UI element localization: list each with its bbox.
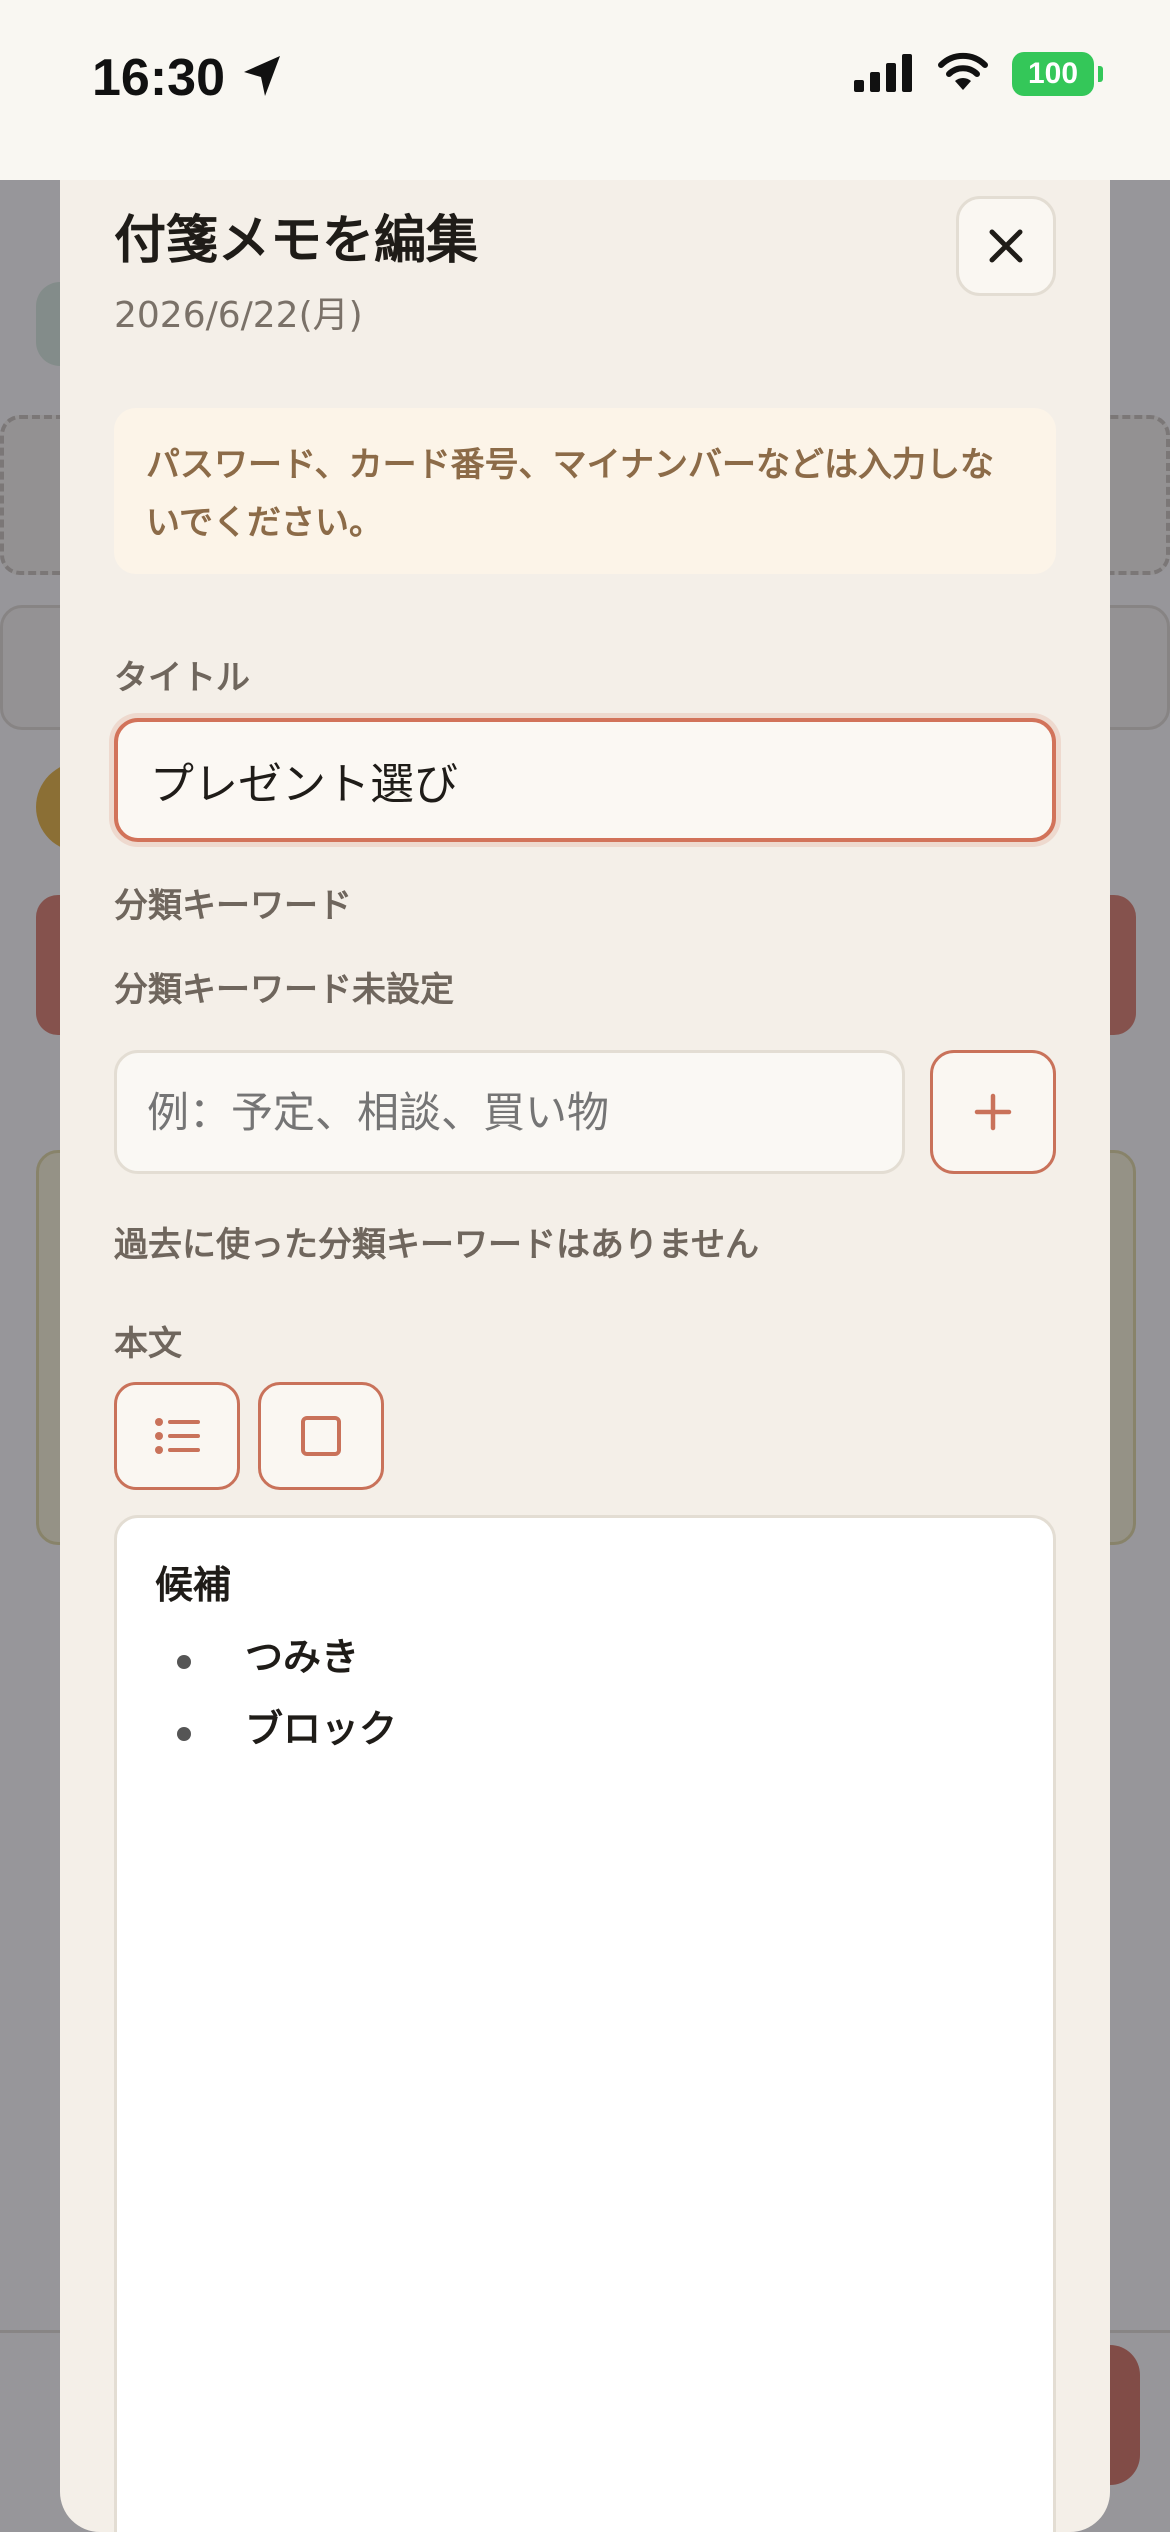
bullet-dot bbox=[177, 1655, 191, 1669]
keyword-label: 分類キーワード bbox=[114, 886, 352, 926]
list-item-text: つみき bbox=[245, 1635, 360, 1679]
checkbox-icon bbox=[301, 1416, 341, 1456]
battery-cap bbox=[1098, 66, 1103, 82]
close-icon bbox=[989, 229, 1023, 263]
battery-icon: 100 bbox=[1012, 52, 1094, 96]
body-heading: 候補 bbox=[155, 1563, 232, 1607]
keyword-unset-text: 分類キーワード未設定 bbox=[114, 970, 454, 1010]
plus-icon bbox=[974, 1093, 1012, 1131]
privacy-warning: パスワード、カード番号、マイナンバーなどは入力しないでください。 bbox=[114, 408, 1056, 574]
bullet-dot bbox=[177, 1727, 191, 1741]
body-label: 本文 bbox=[114, 1324, 182, 1364]
list-item: つみき bbox=[155, 1627, 1015, 1699]
title-input[interactable] bbox=[114, 718, 1056, 842]
no-past-keywords-text: 過去に使った分類キーワードはありません bbox=[114, 1225, 759, 1265]
keyword-input[interactable] bbox=[114, 1050, 905, 1174]
close-button[interactable] bbox=[956, 196, 1056, 296]
wifi-icon bbox=[936, 52, 990, 96]
sheet-title: 付箋メモを編集 bbox=[114, 211, 479, 271]
title-label: タイトル bbox=[114, 658, 250, 698]
signal-icon bbox=[852, 52, 914, 96]
status-time: 16:30 bbox=[92, 49, 225, 107]
bullet-list-button[interactable] bbox=[114, 1382, 240, 1490]
add-keyword-button[interactable] bbox=[930, 1050, 1056, 1174]
body-editor[interactable]: 候補 つみき ブロック bbox=[114, 1515, 1056, 2532]
status-indicators: 100 bbox=[852, 52, 1103, 96]
list-item-text: ブロック bbox=[245, 1707, 398, 1751]
memo-date: 2026/6/22(月) bbox=[114, 295, 363, 336]
list-item: ブロック bbox=[155, 1699, 1015, 1771]
bullet-list-icon bbox=[155, 1418, 200, 1454]
checkbox-button[interactable] bbox=[258, 1382, 384, 1490]
body-bullet-list: つみき ブロック bbox=[155, 1627, 1015, 1771]
location-arrow-icon bbox=[240, 52, 284, 104]
status-bar: 16:30 100 bbox=[0, 0, 1170, 180]
edit-memo-sheet: 付箋メモを編集 2026/6/22(月) パスワード、カード番号、マイナンバーな… bbox=[60, 180, 1110, 2532]
